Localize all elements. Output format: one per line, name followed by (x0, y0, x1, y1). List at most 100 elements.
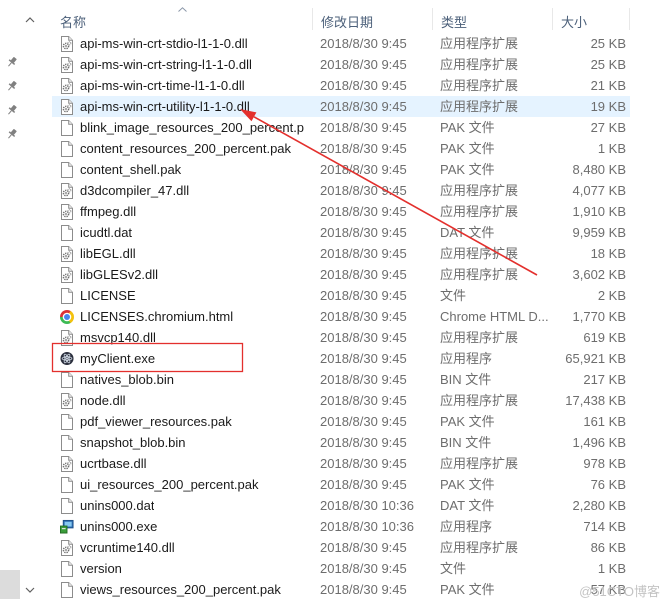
nav-scroll-up-button[interactable] (25, 17, 35, 23)
file-row[interactable]: content_resources_200_percent.pak 2018/8/… (52, 138, 630, 159)
file-row[interactable]: ucrtbase.dll 2018/8/30 9:45 应用程序扩展 978 KB (52, 453, 630, 474)
file-name: d3dcompiler_47.dll (80, 183, 190, 198)
file-name: pdf_viewer_resources.pak (80, 414, 232, 429)
file-size: 18 KB (590, 246, 626, 261)
file-size: 21 KB (590, 78, 626, 93)
file-name-cell: icudtl.dat (52, 222, 313, 243)
blank-document-icon (60, 476, 74, 493)
pin-icon[interactable] (6, 56, 18, 68)
file-name-cell: ui_resources_200_percent.pak (52, 474, 313, 495)
file-date-modified: 2018/8/30 9:45 (320, 120, 407, 135)
file-name-cell: libGLESv2.dll (52, 264, 313, 285)
column-header-size[interactable]: 大小 (553, 0, 630, 33)
file-row[interactable]: api-ms-win-crt-stdio-l1-1-0.dll 2018/8/30… (52, 33, 630, 54)
dll-gear-document-icon (60, 203, 74, 220)
file-type: 应用程序扩展 (440, 204, 519, 219)
pin-icon[interactable] (6, 104, 18, 116)
pin-icon[interactable] (6, 128, 18, 140)
file-name-cell: natives_blob.bin (52, 369, 313, 390)
file-size: 1,910 KB (572, 204, 627, 219)
file-type: PAK 文件 (440, 162, 495, 177)
file-list: 名称 修改日期 类型 大小 api-ms-win-crt-stdio-l1-1-… (52, 0, 630, 600)
file-name-cell: LICENSE (52, 285, 313, 306)
file-size: 86 KB (590, 540, 626, 555)
file-size: 978 KB (583, 456, 626, 471)
column-header-type[interactable]: 类型 (433, 0, 553, 33)
file-row[interactable]: natives_blob.bin 2018/8/30 9:45 BIN 文件 217 … (52, 369, 630, 390)
column-header-row: 名称 修改日期 类型 大小 (52, 0, 630, 33)
file-row[interactable]: vcruntime140.dll 2018/8/30 9:45 应用程序扩展 86 K… (52, 537, 630, 558)
atom-app-icon (60, 351, 74, 367)
file-type: PAK 文件 (440, 477, 495, 492)
dll-gear-document-icon (60, 182, 74, 199)
column-header-label: 大小 (561, 15, 588, 30)
file-date-modified: 2018/8/30 9:45 (320, 36, 407, 51)
file-name-cell: msvcp140.dll (52, 327, 313, 348)
pin-icon[interactable] (6, 80, 18, 92)
blank-document-icon (60, 119, 74, 136)
file-row[interactable]: libEGL.dll 2018/8/30 9:45 应用程序扩展 18 KB (52, 243, 630, 264)
file-row[interactable]: msvcp140.dll 2018/8/30 9:45 应用程序扩展 619 KB (52, 327, 630, 348)
file-name: content_resources_200_percent.pak (80, 141, 292, 156)
file-type: PAK 文件 (440, 414, 495, 429)
file-size: 1 KB (597, 561, 626, 576)
file-type: 应用程序扩展 (440, 540, 519, 555)
file-name-cell: pdf_viewer_resources.pak (52, 411, 313, 432)
file-name-cell: content_shell.pak (52, 159, 313, 180)
nav-scroll-down-button[interactable] (25, 587, 35, 593)
file-name: myClient.exe (80, 351, 156, 366)
file-name: ucrtbase.dll (80, 456, 147, 471)
sort-chevron-up-icon (178, 7, 187, 12)
file-size: 1 KB (597, 141, 626, 156)
file-row[interactable]: icudtl.dat 2018/8/30 9:45 DAT 文件 9,959 KB (52, 222, 630, 243)
file-row[interactable]: unins000.dat 2018/8/30 10:36 DAT 文件 2,280 K… (52, 495, 630, 516)
blank-document-icon (60, 560, 74, 577)
file-name: snapshot_blob.bin (80, 435, 186, 450)
file-size: 619 KB (583, 330, 626, 345)
file-type: 应用程序 (440, 351, 493, 366)
nav-scrollbar-thumb[interactable] (0, 570, 20, 599)
file-row[interactable]: views_resources_200_percent.pak 2018/8/30… (52, 579, 630, 600)
column-header-label: 类型 (441, 15, 468, 30)
file-size: 27 KB (590, 120, 626, 135)
file-name: version (80, 561, 122, 576)
file-row[interactable]: d3dcompiler_47.dll 2018/8/30 9:45 应用程序扩展 4,… (52, 180, 630, 201)
file-row[interactable]: unins000.exe 2018/8/30 10:36 应用程序 714 KB (52, 516, 630, 537)
file-type: DAT 文件 (440, 498, 495, 513)
file-date-modified: 2018/8/30 9:45 (320, 351, 407, 366)
file-type: Chrome HTML D... (440, 309, 549, 324)
file-name: libEGL.dll (80, 246, 136, 261)
file-row[interactable]: node.dll 2018/8/30 9:45 应用程序扩展 17,438 KB (52, 390, 630, 411)
file-size: 17,438 KB (565, 393, 626, 408)
file-type: 应用程序扩展 (440, 456, 519, 471)
file-row[interactable]: LICENSES.chromium.html 2018/8/30 9:45 Chro… (52, 306, 630, 327)
file-row[interactable]: pdf_viewer_resources.pak 2018/8/30 9:45 PA… (52, 411, 630, 432)
file-row[interactable]: content_shell.pak 2018/8/30 9:45 PAK 文件 8,4… (52, 159, 630, 180)
column-header-name[interactable]: 名称 (52, 0, 313, 33)
file-type: 应用程序扩展 (440, 246, 519, 261)
file-row[interactable]: ffmpeg.dll 2018/8/30 9:45 应用程序扩展 1,910 KB (52, 201, 630, 222)
file-row[interactable]: snapshot_blob.bin 2018/8/30 9:45 BIN 文件 1,4… (52, 432, 630, 453)
file-row[interactable]: ui_resources_200_percent.pak 2018/8/30 9:… (52, 474, 630, 495)
file-size: 4,077 KB (572, 183, 627, 198)
dll-gear-document-icon (60, 35, 74, 52)
file-row[interactable]: api-ms-win-crt-time-l1-1-0.dll 2018/8/30 … (52, 75, 630, 96)
dll-gear-document-icon (60, 455, 74, 472)
file-row[interactable]: libGLESv2.dll 2018/8/30 9:45 应用程序扩展 3,602 K… (52, 264, 630, 285)
file-size: 25 KB (590, 36, 626, 51)
file-row[interactable]: LICENSE 2018/8/30 9:45 文件 2 KB (52, 285, 630, 306)
file-name-cell: unins000.dat (52, 495, 313, 516)
file-row[interactable]: version 2018/8/30 9:45 文件 1 KB (52, 558, 630, 579)
file-row[interactable]: myClient.exe 2018/8/30 9:45 应用程序 65,921 KB (52, 348, 630, 369)
file-name-cell: LICENSES.chromium.html (52, 306, 313, 327)
file-date-modified: 2018/8/30 9:45 (320, 477, 407, 492)
file-name: content_shell.pak (80, 162, 182, 177)
column-header-date-modified[interactable]: 修改日期 (313, 0, 433, 33)
file-type: PAK 文件 (440, 120, 495, 135)
file-date-modified: 2018/8/30 9:45 (320, 141, 407, 156)
file-row[interactable]: api-ms-win-crt-utility-l1-1-0.dll 2018/8/… (52, 96, 630, 117)
file-row[interactable]: api-ms-win-crt-string-l1-1-0.dll 2018/8/3… (52, 54, 630, 75)
dll-gear-document-icon (60, 245, 74, 262)
file-type: PAK 文件 (440, 141, 495, 156)
file-row[interactable]: blink_image_resources_200_percent.p 2018/… (52, 117, 630, 138)
